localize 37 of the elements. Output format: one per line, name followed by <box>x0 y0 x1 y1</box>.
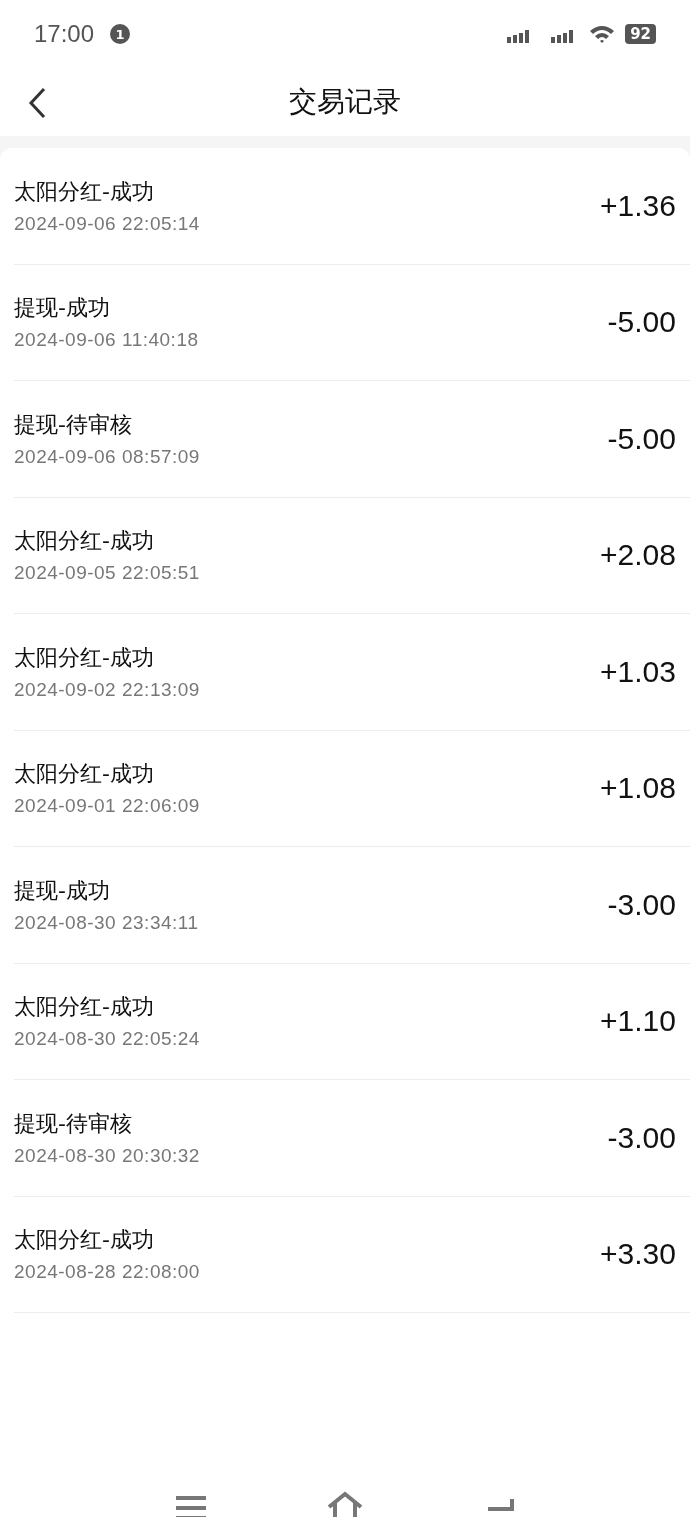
record-title: 太阳分红-成功 <box>14 177 155 206</box>
record-title: 提现-成功 <box>14 876 111 905</box>
record-title: 太阳分红-成功 <box>14 643 155 672</box>
record-title: 提现-待审核 <box>14 410 133 439</box>
status-time: 17:00 <box>34 20 95 48</box>
page-title: 交易记录 <box>289 84 401 120</box>
wifi-icon <box>589 24 616 44</box>
record-title: 太阳分红-成功 <box>14 527 155 556</box>
record-time: 2024-09-05 22:05:51 <box>14 562 200 585</box>
record-title: 太阳分红-成功 <box>14 1226 155 1255</box>
record-time: 2024-09-06 08:57:09 <box>14 445 200 468</box>
record-title: 太阳分红-成功 <box>14 993 155 1022</box>
record-amount: -5.00 <box>607 421 676 456</box>
record-amount: -5.00 <box>607 305 676 340</box>
home-icon[interactable] <box>326 1491 364 1520</box>
record-title: 太阳分红-成功 <box>14 760 155 789</box>
record-time: 2024-08-28 22:08:00 <box>14 1261 200 1284</box>
record-amount: +1.08 <box>600 771 676 806</box>
record-amount: +1.03 <box>600 654 676 689</box>
record-time: 2024-08-30 20:30:32 <box>14 1144 200 1167</box>
record-time: 2024-09-06 22:05:14 <box>14 212 200 235</box>
menu-icon[interactable] <box>176 1495 206 1520</box>
record-title: 提现-待审核 <box>14 1109 133 1138</box>
record-amount: -3.00 <box>607 1120 676 1155</box>
record-time: 2024-09-06 11:40:18 <box>14 329 199 352</box>
record-amount: +2.08 <box>600 538 676 573</box>
record-amount: +1.36 <box>600 188 676 223</box>
record-time: 2024-09-02 22:13:09 <box>14 678 200 701</box>
record-amount: -3.00 <box>607 887 676 922</box>
notification-badge: 1 <box>110 24 131 44</box>
record-time: 2024-09-01 22:06:09 <box>14 795 200 818</box>
record-time: 2024-08-30 22:05:24 <box>14 1028 200 1051</box>
record-title: 提现-成功 <box>14 294 111 323</box>
record-amount: +3.30 <box>600 1237 676 1272</box>
record-time: 2024-08-30 23:34:11 <box>14 911 199 934</box>
record-amount: +1.10 <box>600 1004 676 1039</box>
battery-indicator: 92 <box>625 24 656 44</box>
